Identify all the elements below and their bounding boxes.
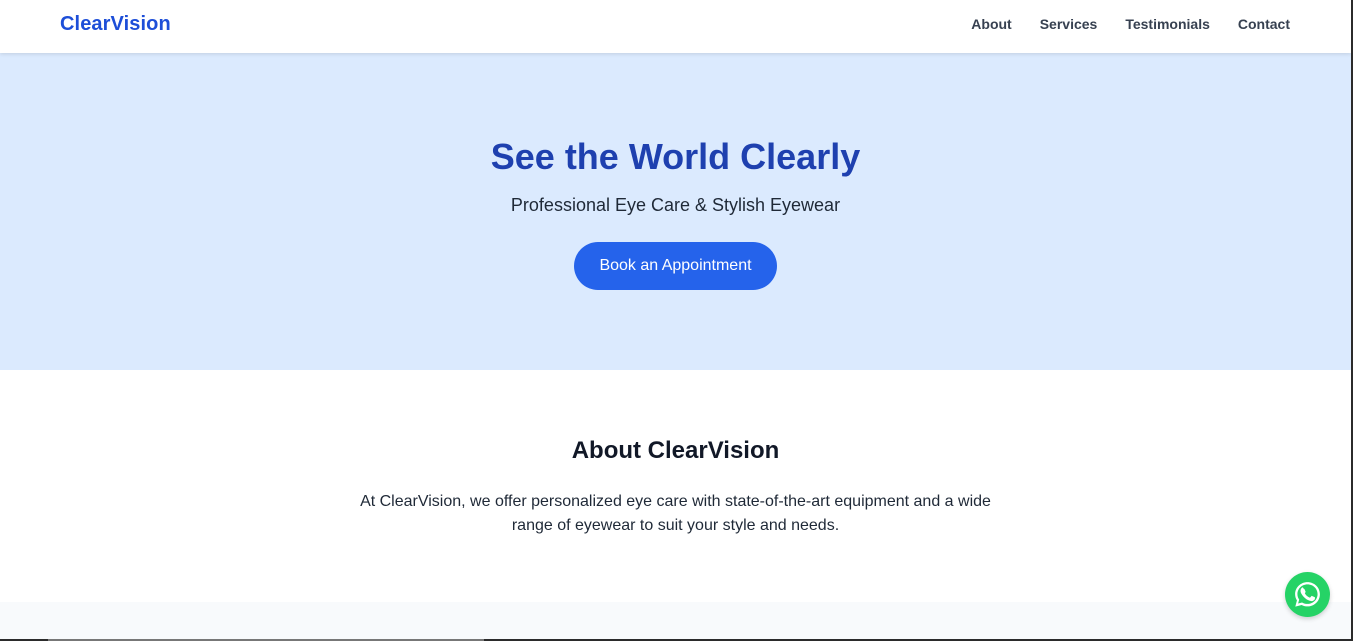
whatsapp-chat-button[interactable] [1285,572,1330,617]
nav-link-testimonials[interactable]: Testimonials [1125,16,1210,32]
about-title: About ClearVision [571,437,780,464]
nav-link-contact[interactable]: Contact [1238,16,1290,32]
hero-section: See the World Clearly Professional Eye C… [0,53,1351,370]
nav-link-services[interactable]: Services [1040,16,1098,32]
main-navigation: About Services Testimonials Contact [943,16,1290,32]
book-appointment-button[interactable]: Book an Appointment [574,242,777,290]
about-section: About ClearVision At ClearVision, we off… [0,370,1351,602]
hero-title: See the World Clearly [490,136,861,177]
next-section-preview [0,602,1351,641]
about-description: At ClearVision, we offer personalized ey… [360,493,991,534]
top-navigation-bar: ClearVision About Services Testimonials … [0,0,1351,53]
hero-subtitle: Professional Eye Care & Stylish Eyewear [510,195,841,215]
webpage: ClearVision About Services Testimonials … [0,0,1353,641]
brand-logo-link[interactable]: ClearVision [60,13,171,36]
nav-link-about[interactable]: About [971,16,1011,32]
whatsapp-icon [1295,582,1320,607]
